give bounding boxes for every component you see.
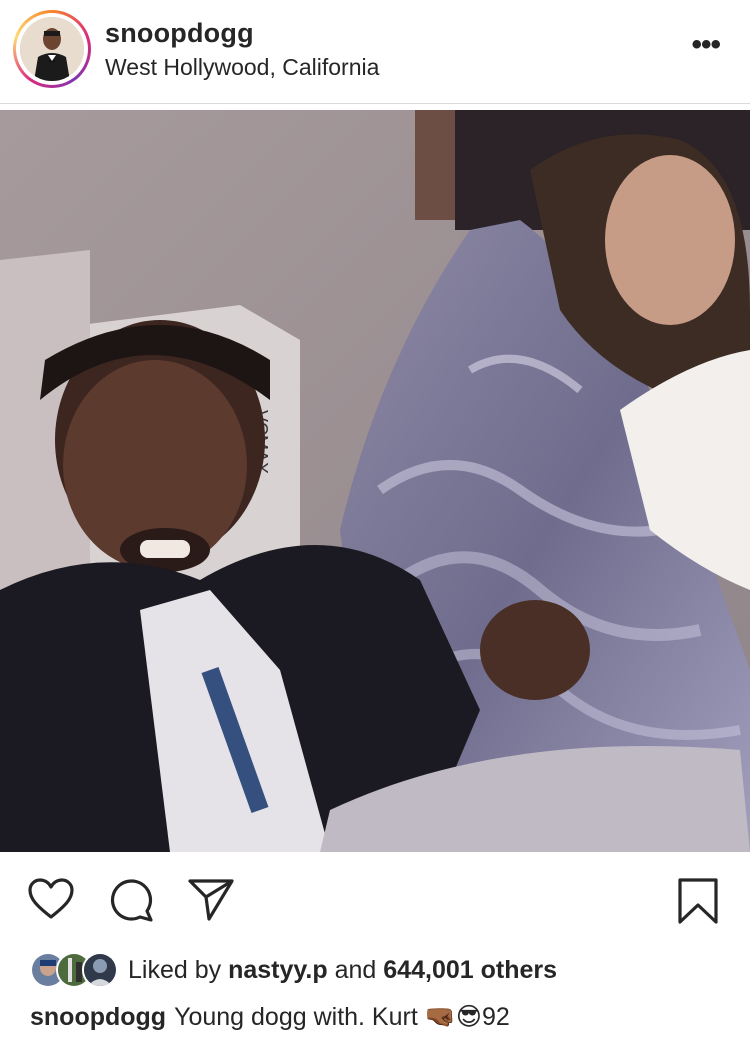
action-bar [0,852,750,942]
post-caption: snoopdogg Young dogg with. Kurt 🤜🏾 😎 92 [30,1002,510,1032]
first-liker-link[interactable]: nastyy.p [228,956,328,985]
profile-avatar[interactable] [13,10,91,88]
liker-avatars[interactable] [30,952,118,988]
post-username[interactable]: snoopdogg [105,18,254,49]
likes-row: Liked by nastyy.p and 644,001 others [30,950,557,990]
bookmark-icon[interactable] [677,877,719,930]
avatar-image [20,17,84,81]
liked-by-prefix: Liked by [128,955,222,984]
share-icon[interactable] [187,877,235,928]
liked-by-and: and [334,955,377,984]
more-options-icon[interactable]: ••• [691,28,720,62]
heart-icon[interactable] [27,877,75,926]
post-location[interactable]: West Hollywood, California [105,54,379,81]
likes-count-link[interactable]: 644,001 others [383,956,557,985]
post-photo[interactable]: VCMAX [0,110,750,852]
liker-avatar [82,952,118,988]
caption-text: Young dogg with. Kurt [174,1002,418,1031]
post-header: snoopdogg West Hollywood, California ••• [0,0,750,104]
caption-username[interactable]: snoopdogg [30,1003,166,1032]
fist-bump-emoji: 🤜🏾 [424,1002,456,1031]
sunglasses-emoji: 😎 [455,1003,482,1031]
comment-icon[interactable] [107,877,155,928]
caption-suffix: 92 [481,1002,510,1031]
